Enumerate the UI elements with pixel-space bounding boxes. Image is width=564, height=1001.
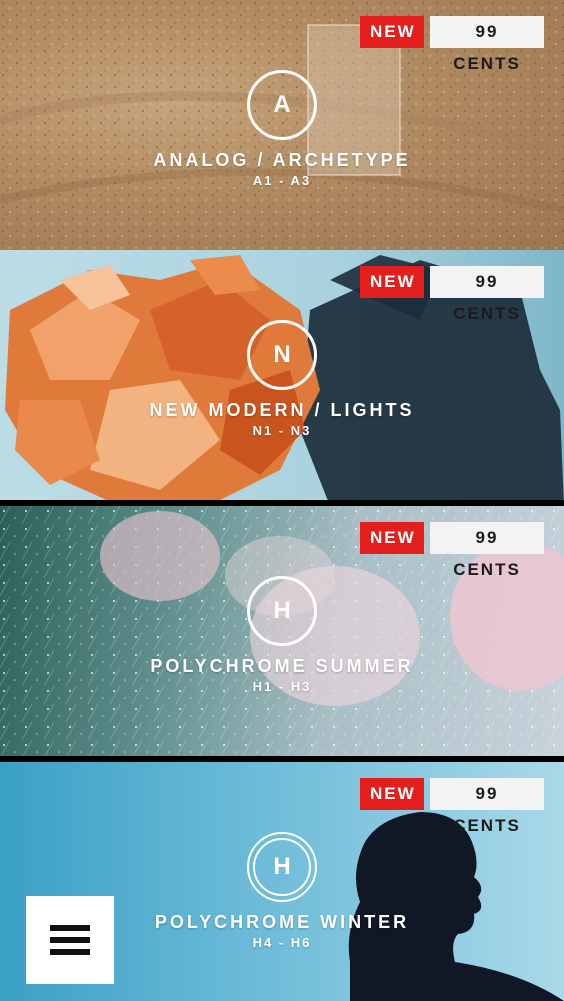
pack-card-analog-archetype[interactable]: NEW 99 CENTS A ANALOG / ARCHETYPE A1 - A… [0, 0, 564, 250]
pack-card-polychrome-summer[interactable]: NEW 99 CENTS H POLYCHROME SUMMER H1 - H3 [0, 506, 564, 756]
pack-letter-circle: H [247, 576, 317, 646]
pack-range: N1 - N3 [252, 423, 312, 438]
pack-range: H1 - H3 [252, 679, 312, 694]
menu-button[interactable] [26, 896, 114, 984]
price-badge[interactable]: 99 CENTS [430, 778, 544, 835]
hamburger-menu-icon [50, 925, 90, 955]
pack-card-new-modern-lights[interactable]: NEW 99 CENTS N NEW MODERN / LIGHTS N1 - … [0, 250, 564, 500]
price-badge[interactable]: 99 CENTS [430, 522, 544, 579]
new-badge: NEW [360, 778, 424, 810]
pack-title: POLYCHROME SUMMER [150, 656, 414, 676]
pack-title: NEW MODERN / LIGHTS [149, 400, 415, 420]
pack-range: H4 - H6 [252, 935, 312, 950]
new-badge: NEW [360, 522, 424, 554]
pack-range: A1 - A3 [252, 173, 312, 188]
pack-letter-circle: N [247, 320, 317, 390]
pack-title: ANALOG / ARCHETYPE [153, 150, 411, 170]
new-badge: NEW [360, 16, 424, 48]
new-badge: NEW [360, 266, 424, 298]
price-badge[interactable]: 99 CENTS [430, 266, 544, 323]
price-badge[interactable]: 99 CENTS [430, 16, 544, 73]
pack-title: POLYCHROME WINTER [154, 912, 410, 932]
pack-letter-circle: A [247, 70, 317, 140]
pack-letter-circle: H [247, 832, 317, 902]
